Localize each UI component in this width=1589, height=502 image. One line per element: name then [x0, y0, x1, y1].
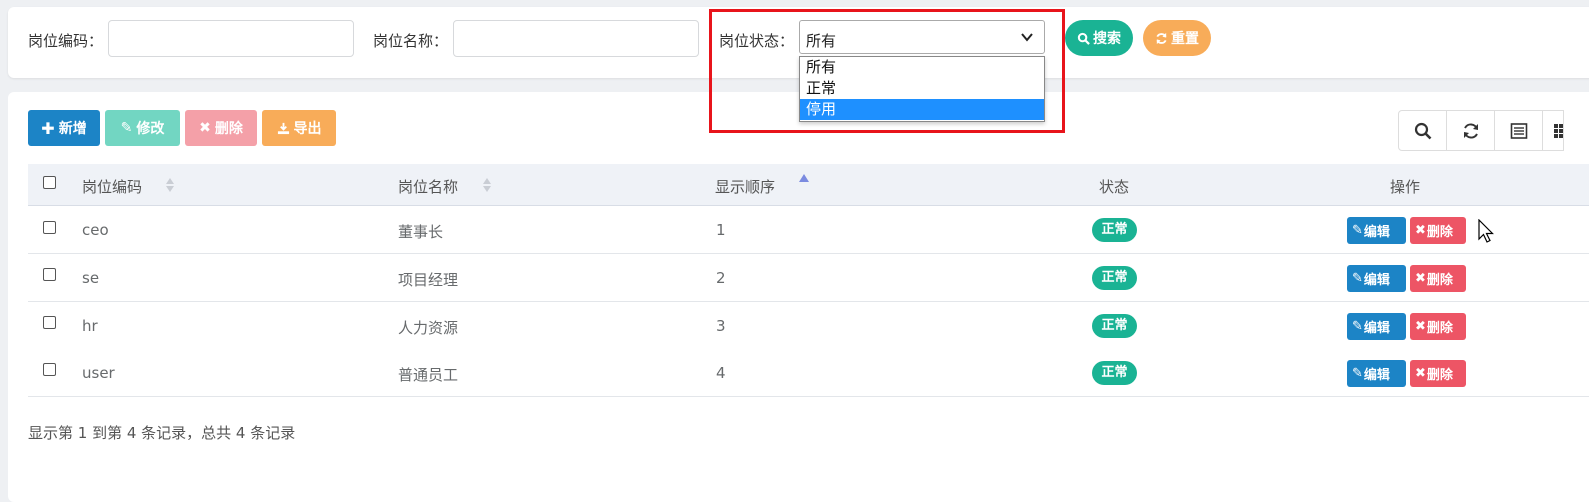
search-button-label: 搜索	[1093, 31, 1121, 47]
cell-post-code: hr	[82, 317, 98, 335]
row-delete-button[interactable]: ✖ 删除	[1410, 313, 1466, 340]
row-checkbox[interactable]	[43, 316, 56, 329]
row-edit-button[interactable]: ✎ 编辑	[1347, 360, 1406, 387]
export-button-label: 导出	[293, 121, 322, 137]
mouse-cursor-icon	[1478, 219, 1494, 243]
chevron-down-icon	[1021, 33, 1033, 42]
table-header: 岗位编码 岗位名称 显示顺序 状态 操作	[28, 164, 1589, 206]
search-icon	[1414, 122, 1431, 139]
columns-icon	[1510, 122, 1527, 139]
cell-post-name: 董事长	[398, 223, 444, 241]
row-delete-label: 删除	[1426, 273, 1453, 288]
close-icon: ✖	[1415, 319, 1426, 334]
row-edit-label: 编辑	[1363, 321, 1390, 336]
status-label: 岗位状态：	[719, 32, 795, 50]
status-dropdown-list: 所有 正常 停用	[799, 56, 1045, 122]
row-edit-button[interactable]: ✎ 编辑	[1347, 265, 1406, 292]
row-checkbox[interactable]	[43, 221, 56, 234]
search-button[interactable]: 搜索	[1065, 20, 1133, 56]
table-row: user 普通员工 4 正常 ✎ 编辑 ✖ 删除	[28, 349, 1589, 397]
edit-button-label: 修改	[136, 121, 165, 137]
add-button[interactable]: ✚ 新增	[28, 110, 100, 146]
row-delete-label: 删除	[1426, 368, 1453, 383]
edit-icon: ✎	[1352, 271, 1363, 286]
table-grid-button[interactable]	[1543, 111, 1563, 150]
cell-post-name: 人力资源	[398, 319, 459, 337]
post-name-input[interactable]	[453, 20, 699, 57]
cell-post-code: ceo	[82, 221, 109, 239]
download-icon	[277, 122, 289, 134]
row-delete-button[interactable]: ✖ 删除	[1410, 265, 1466, 292]
close-icon: ✖	[1415, 366, 1426, 381]
row-delete-button[interactable]: ✖ 删除	[1410, 217, 1466, 244]
row-edit-label: 编辑	[1363, 225, 1390, 240]
header-post-name[interactable]: 岗位名称	[398, 176, 458, 197]
status-option-all[interactable]: 所有	[800, 57, 1044, 78]
row-edit-button[interactable]: ✎ 编辑	[1347, 313, 1406, 340]
edit-icon: ✎	[1352, 319, 1363, 334]
row-delete-label: 删除	[1426, 321, 1453, 336]
row-checkbox[interactable]	[43, 268, 56, 281]
table-row: hr 人力资源 3 正常 ✎ 编辑 ✖ 删除	[28, 302, 1589, 350]
sort-icon	[483, 178, 491, 192]
table-row: ceo 董事长 1 正常 ✎ 编辑 ✖ 删除	[28, 206, 1589, 254]
post-code-input[interactable]	[108, 20, 354, 57]
reset-button[interactable]: 重置	[1143, 20, 1211, 56]
row-delete-label: 删除	[1426, 225, 1453, 240]
table-columns-button[interactable]	[1495, 111, 1543, 150]
sort-icon	[166, 178, 174, 192]
status-badge: 正常	[1092, 218, 1137, 242]
pagination-summary: 显示第 1 到第 4 条记录，总共 4 条记录	[28, 424, 296, 442]
status-select[interactable]: 所有	[799, 20, 1045, 54]
table-row: se 项目经理 2 正常 ✎ 编辑 ✖ 删除	[28, 254, 1589, 302]
edit-button[interactable]: ✎ 修改	[105, 110, 180, 146]
plus-icon: ✚	[41, 118, 55, 138]
cell-display-order: 2	[716, 269, 726, 287]
export-button[interactable]: 导出	[262, 110, 336, 146]
row-edit-button[interactable]: ✎ 编辑	[1347, 217, 1406, 244]
status-badge: 正常	[1092, 314, 1137, 338]
close-icon: ✖	[1415, 271, 1426, 286]
reset-button-label: 重置	[1171, 31, 1199, 47]
table-search-button[interactable]	[1399, 111, 1447, 150]
cell-post-code: se	[82, 269, 100, 287]
status-option-normal[interactable]: 正常	[800, 78, 1044, 99]
status-badge: 正常	[1092, 361, 1137, 385]
cell-display-order: 1	[716, 221, 726, 239]
select-all-checkbox[interactable]	[43, 176, 56, 189]
cell-post-name: 普通员工	[398, 366, 459, 384]
edit-icon: ✎	[1352, 366, 1363, 381]
close-icon: ✖	[199, 120, 211, 136]
table-refresh-button[interactable]	[1447, 111, 1495, 150]
refresh-icon	[1463, 122, 1478, 139]
cell-post-name: 项目经理	[398, 271, 459, 289]
header-actions: 操作	[1390, 178, 1421, 196]
post-name-label: 岗位名称：	[373, 32, 449, 50]
cell-display-order: 3	[716, 317, 726, 335]
edit-icon: ✎	[1352, 223, 1363, 238]
status-select-value: 所有	[806, 32, 837, 50]
header-status: 状态	[1099, 178, 1130, 196]
table-tools	[1398, 110, 1564, 151]
row-checkbox[interactable]	[43, 363, 56, 376]
grid-icon	[1554, 123, 1563, 138]
refresh-icon	[1156, 32, 1167, 44]
close-icon: ✖	[1415, 223, 1426, 238]
cell-post-code: user	[82, 364, 115, 382]
row-delete-button[interactable]: ✖ 删除	[1410, 360, 1466, 387]
cell-display-order: 4	[716, 364, 726, 382]
search-icon	[1077, 32, 1090, 45]
status-badge: 正常	[1092, 266, 1137, 290]
delete-button-label: 删除	[214, 121, 243, 137]
sort-asc-icon	[799, 174, 809, 182]
delete-button[interactable]: ✖ 删除	[185, 110, 257, 146]
status-option-disabled[interactable]: 停用	[800, 99, 1044, 120]
post-code-label: 岗位编码：	[28, 32, 104, 50]
header-post-code[interactable]: 岗位编码	[82, 176, 142, 197]
header-display-order[interactable]: 显示顺序	[715, 176, 775, 197]
edit-icon: ✎	[120, 120, 133, 136]
row-edit-label: 编辑	[1363, 273, 1390, 288]
row-edit-label: 编辑	[1363, 368, 1390, 383]
add-button-label: 新增	[58, 121, 87, 137]
